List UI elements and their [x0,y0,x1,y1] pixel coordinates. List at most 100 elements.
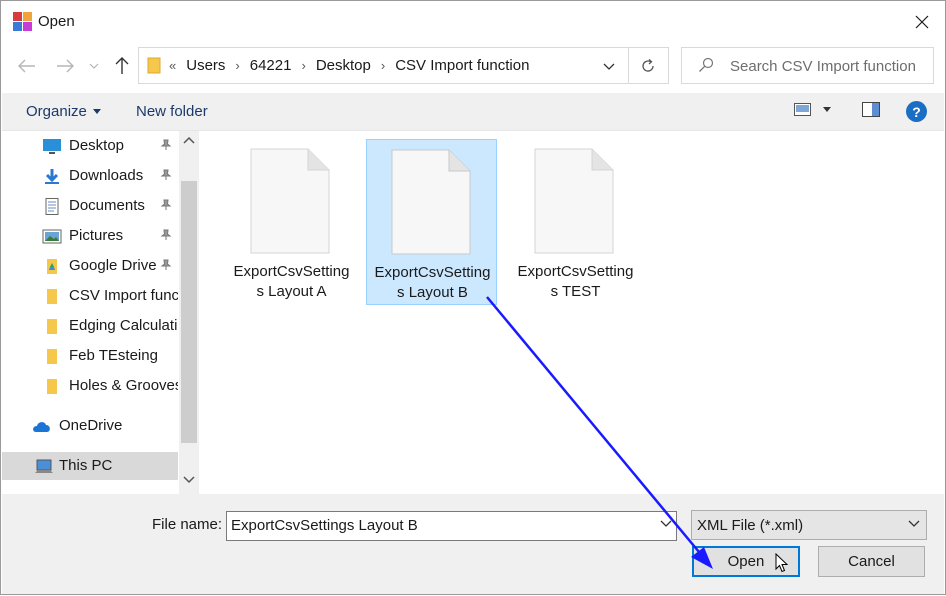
file-label-line: ExportCsvSetting [517,263,634,280]
file-icon [534,148,614,254]
sidebar-item-holes-grooves[interactable]: Holes & Grooves [2,372,178,400]
sidebar-item-label: CSV Import function [69,287,178,304]
chevron-down-icon [908,520,920,527]
new-folder-button[interactable]: New folder [136,103,208,120]
chevron-down-icon [603,63,615,70]
breadcrumb-users[interactable]: Users [186,57,225,74]
command-bar: Organize New folder ? [2,93,944,131]
folder-icon [47,349,57,364]
file-type-select[interactable]: XML File (*.xml) [691,510,927,540]
sidebar-item-desktop[interactable]: Desktop [2,132,178,160]
refresh-icon [642,59,654,72]
change-view-button[interactable] [794,103,831,116]
caret-down-icon [823,107,831,112]
up-button[interactable] [109,54,135,78]
breadcrumb-separator-icon: › [380,58,386,73]
sidebar-item-label: Documents [69,197,145,214]
cancel-button[interactable]: Cancel [818,546,925,577]
sidebar-item-pictures[interactable]: Pictures [2,222,178,250]
folder-icon [47,319,57,334]
file-name-field[interactable]: ExportCsvSettings Layout B [231,517,418,534]
sidebar-item-label: Pictures [69,227,124,244]
sidebar-item-label: Google Drive [69,257,157,274]
caret-down-icon [92,109,101,114]
close-icon [915,15,929,29]
overflow-chevron[interactable]: « [169,58,176,73]
folder-icon [47,379,57,394]
file-icon [250,148,330,254]
file-label-line: s Layout B [397,284,468,301]
sidebar-item-label: This PC [59,457,113,474]
sidebar-item-feb-testeing[interactable]: Feb TEsteing [2,342,178,370]
sidebar-item-this-pc[interactable]: This PC [2,452,178,480]
scroll-up-icon[interactable] [183,136,195,144]
file-label: ExportCsvSetting s Layout A [226,262,357,302]
file-selection-panel: File name: ExportCsvSettings Layout B XM… [2,494,944,594]
onedrive-icon [33,422,50,432]
breadcrumb-csv-import-function[interactable]: CSV Import function [395,57,529,74]
chevron-down-icon[interactable] [660,520,672,527]
open-file-dialog: Open « Users › 64221 › Desktop › CSV Imp… [0,0,946,595]
back-button[interactable] [14,54,40,78]
file-label-line: s TEST [550,283,601,300]
sidebar-item-downloads[interactable]: Downloads [2,162,178,190]
sidebar-item-csv-import-function[interactable]: CSV Import function [2,282,178,310]
file-name-combobox[interactable]: ExportCsvSettings Layout B [226,511,677,541]
arrow-left-icon [18,59,35,73]
search-box[interactable] [681,47,934,84]
forward-button[interactable] [52,54,78,78]
breadcrumb-separator-icon: › [301,58,306,73]
address-dropdown-button[interactable] [597,56,621,76]
pin-icon [160,259,172,270]
preview-pane-icon[interactable] [862,102,880,117]
organize-label: Organize [26,103,87,120]
sidebar-item-onedrive[interactable]: OneDrive [2,412,178,440]
file-label-line: ExportCsvSetting [233,263,350,280]
breadcrumb-separator-icon: › [235,58,240,73]
recent-locations-button[interactable] [84,54,104,78]
download-icon [45,169,59,184]
sidebar-item-documents[interactable]: Documents [2,192,178,220]
file-list: ExportCsvSetting s Layout A ExportCsvSet… [200,131,945,494]
help-button[interactable]: ? [906,101,927,122]
arrow-right-icon [57,59,74,73]
file-item-test[interactable]: ExportCsvSetting s TEST [510,139,641,305]
sidebar-item-google-drive[interactable]: Google Drive [2,252,178,280]
address-divider [628,48,629,83]
sidebar-item-label: Holes & Grooves [69,377,178,394]
documents-icon [45,198,59,215]
file-label-line: ExportCsvSetting [374,264,491,281]
address-bar[interactable]: « Users › 64221 › Desktop › CSV Import f… [138,47,669,84]
navigation-scrollbar[interactable] [179,131,199,494]
view-icon [794,103,811,116]
scroll-down-icon[interactable] [183,476,195,484]
pin-icon [160,139,172,150]
sidebar-item-label: OneDrive [59,417,123,434]
navigation-pane: Desktop Downloads Documents Pictures Goo… [2,131,200,494]
close-button[interactable] [899,1,945,43]
google-drive-folder-icon [47,259,57,274]
file-label: ExportCsvSetting s Layout B [367,263,498,303]
window-title: Open [38,13,75,30]
this-pc-icon [35,459,53,473]
file-type-value: XML File (*.xml) [697,517,804,534]
organize-button[interactable]: Organize [26,103,101,120]
arrow-up-icon [115,57,129,74]
folder-icon [47,289,57,304]
file-item-layout-a[interactable]: ExportCsvSetting s Layout A [226,139,357,305]
chevron-down-icon [89,63,99,69]
search-input[interactable] [730,55,925,77]
title-bar: Open [1,1,945,43]
file-name-label: File name: [152,516,223,533]
sidebar-item-edging-calculation[interactable]: Edging Calculation [2,312,178,340]
sidebar-item-label: Edging Calculation [69,317,178,334]
file-item-layout-b[interactable]: ExportCsvSetting s Layout B [366,139,497,305]
breadcrumb: « Users › 64221 › Desktop › CSV Import f… [169,57,529,74]
scrollbar-thumb[interactable] [181,181,197,443]
file-icon [391,149,471,255]
file-label: ExportCsvSetting s TEST [510,262,641,302]
search-icon [699,57,714,72]
refresh-button[interactable] [635,55,661,77]
breadcrumb-64221[interactable]: 64221 [250,57,292,74]
breadcrumb-desktop[interactable]: Desktop [316,57,371,74]
